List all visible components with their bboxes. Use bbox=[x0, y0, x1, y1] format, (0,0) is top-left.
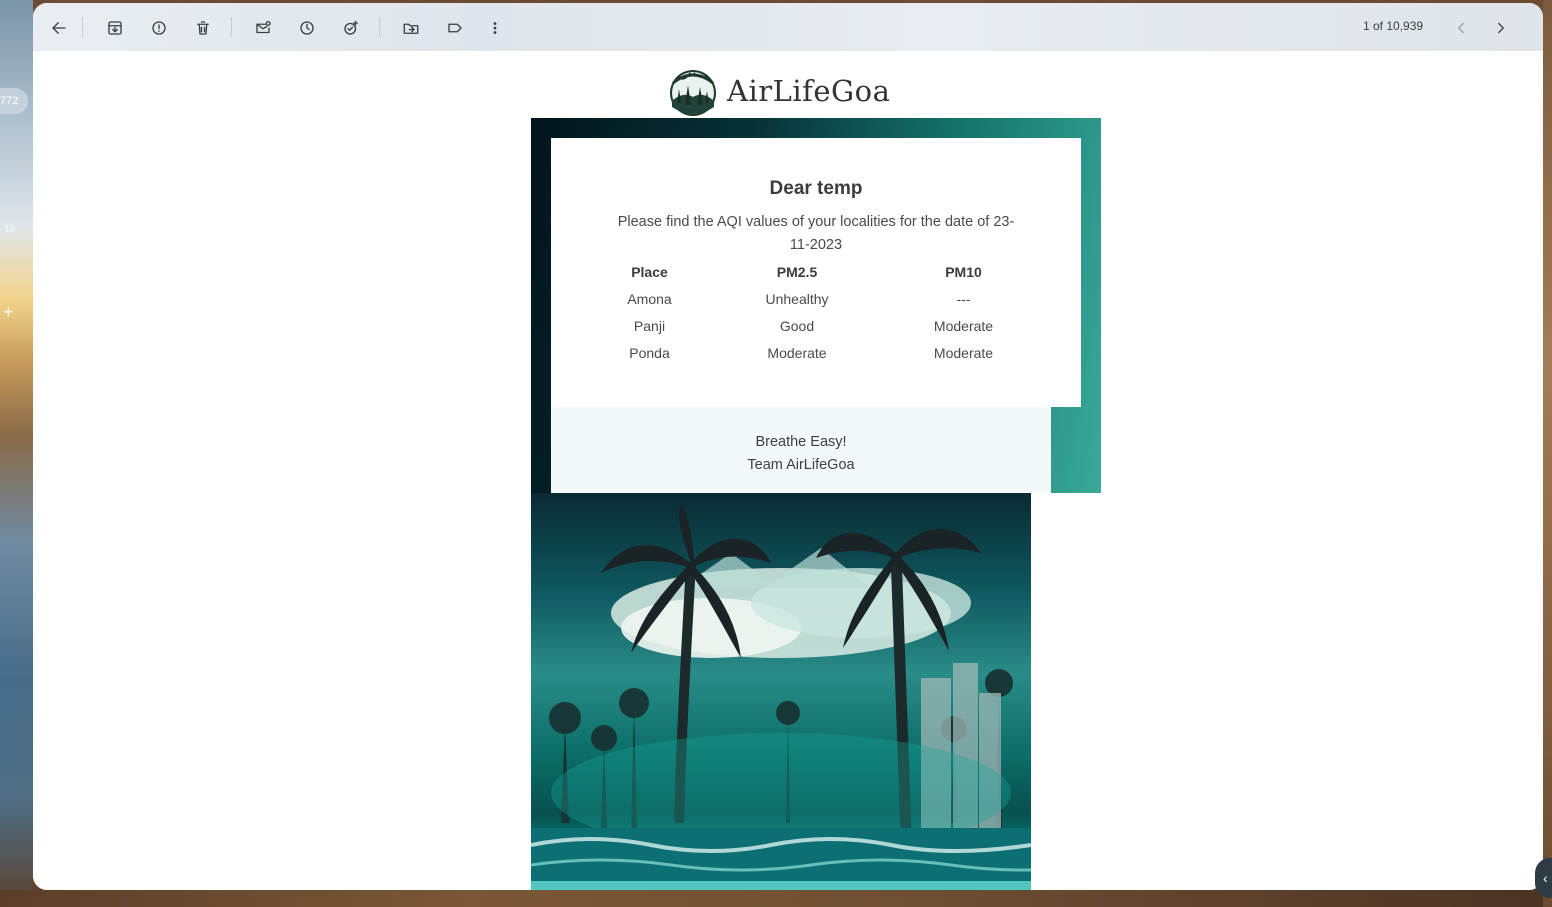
brand-name: AirLifeGoa bbox=[727, 74, 891, 108]
archive-button[interactable] bbox=[102, 15, 128, 41]
more-options-button[interactable] bbox=[482, 15, 508, 41]
intro-text: Please find the AQI values of your local… bbox=[617, 214, 1015, 253]
column-header-pm10: PM10 bbox=[945, 264, 982, 280]
toolbar-divider bbox=[379, 17, 380, 37]
message-body: AirLifeGoa Dear temp Please find the AQI… bbox=[33, 51, 1543, 890]
clock-icon bbox=[300, 21, 314, 35]
table-row: Ponda Moderate Moderate bbox=[595, 339, 1038, 366]
add-task-icon bbox=[344, 20, 359, 35]
place-cell: Panji bbox=[633, 317, 666, 334]
desktop-small-label: 18 bbox=[5, 224, 16, 234]
pm25-status-cell: Good bbox=[779, 317, 815, 334]
pm25-status-cell: Unhealthy bbox=[765, 290, 829, 307]
desktop-wallpaper-left bbox=[0, 0, 33, 907]
report-spam-icon bbox=[152, 21, 166, 35]
chevron-left-icon bbox=[1458, 22, 1464, 34]
signoff-block: Breathe Easy! Team AirLifeGoa bbox=[551, 407, 1051, 493]
more-vert-icon bbox=[493, 22, 497, 34]
add-icon[interactable]: + bbox=[3, 302, 14, 323]
label-icon bbox=[448, 23, 462, 33]
place-cell: Amona bbox=[627, 290, 672, 307]
pm25-status-cell: Moderate bbox=[767, 344, 827, 361]
desktop-wallpaper-bottom bbox=[0, 890, 1552, 907]
mail-window: 1 of 10,939 AirLifeGoa Dear temp Please … bbox=[33, 3, 1543, 890]
report-spam-button[interactable] bbox=[146, 15, 172, 41]
snooze-button[interactable] bbox=[294, 15, 320, 41]
toolbar-divider bbox=[82, 17, 83, 37]
place-cell: Ponda bbox=[629, 344, 670, 361]
pm10-status-cell: Moderate bbox=[933, 317, 994, 334]
archive-icon bbox=[108, 21, 122, 35]
aqi-table: Place PM2.5 PM10 Amona Unhealthy --- Pan… bbox=[595, 259, 1038, 366]
brand-logo[interactable]: AirLifeGoa bbox=[665, 65, 890, 117]
aqi-table-header-row: Place PM2.5 PM10 bbox=[595, 259, 1038, 285]
mark-unread-button[interactable] bbox=[250, 15, 276, 41]
aqi-card: Dear temp Please find the AQI values of … bbox=[551, 138, 1081, 407]
hero-image bbox=[531, 493, 1031, 890]
notification-count-badge[interactable]: 772 bbox=[0, 88, 28, 114]
message-toolbar: 1 of 10,939 bbox=[33, 3, 1543, 51]
logo-globe-icon bbox=[670, 70, 716, 116]
table-row: Panji Good Moderate bbox=[595, 312, 1038, 339]
mark-unread-icon bbox=[256, 20, 271, 34]
newer-message-button[interactable] bbox=[1448, 15, 1474, 41]
pm10-status-cell: Moderate bbox=[933, 344, 994, 361]
labels-button[interactable] bbox=[442, 15, 468, 41]
table-row: Amona Unhealthy --- bbox=[595, 285, 1038, 312]
toolbar-divider bbox=[231, 17, 232, 37]
chevron-right-icon bbox=[1498, 22, 1504, 34]
column-header-place: Place bbox=[631, 264, 668, 280]
add-to-tasks-button[interactable] bbox=[338, 15, 364, 41]
column-header-pm25: PM2.5 bbox=[776, 264, 818, 280]
pagination-count: 1 of 10,939 bbox=[1363, 19, 1424, 33]
move-to-button[interactable] bbox=[398, 15, 424, 41]
arrow-left-icon bbox=[52, 22, 66, 34]
older-message-button[interactable] bbox=[1488, 15, 1514, 41]
greeting-heading: Dear temp bbox=[769, 178, 863, 199]
palm-beach-illustration bbox=[531, 503, 1031, 890]
pm10-status-cell: --- bbox=[956, 290, 971, 307]
desktop-wallpaper-right bbox=[1543, 0, 1552, 907]
signoff-team: Team AirLifeGoa bbox=[747, 457, 855, 473]
trash-icon bbox=[197, 21, 209, 35]
signoff-line: Breathe Easy! bbox=[755, 434, 847, 450]
side-panel-toggle[interactable]: ‹ bbox=[1535, 858, 1552, 898]
delete-button[interactable] bbox=[190, 15, 216, 41]
back-button[interactable] bbox=[46, 15, 72, 41]
folder-move-icon bbox=[403, 23, 419, 34]
